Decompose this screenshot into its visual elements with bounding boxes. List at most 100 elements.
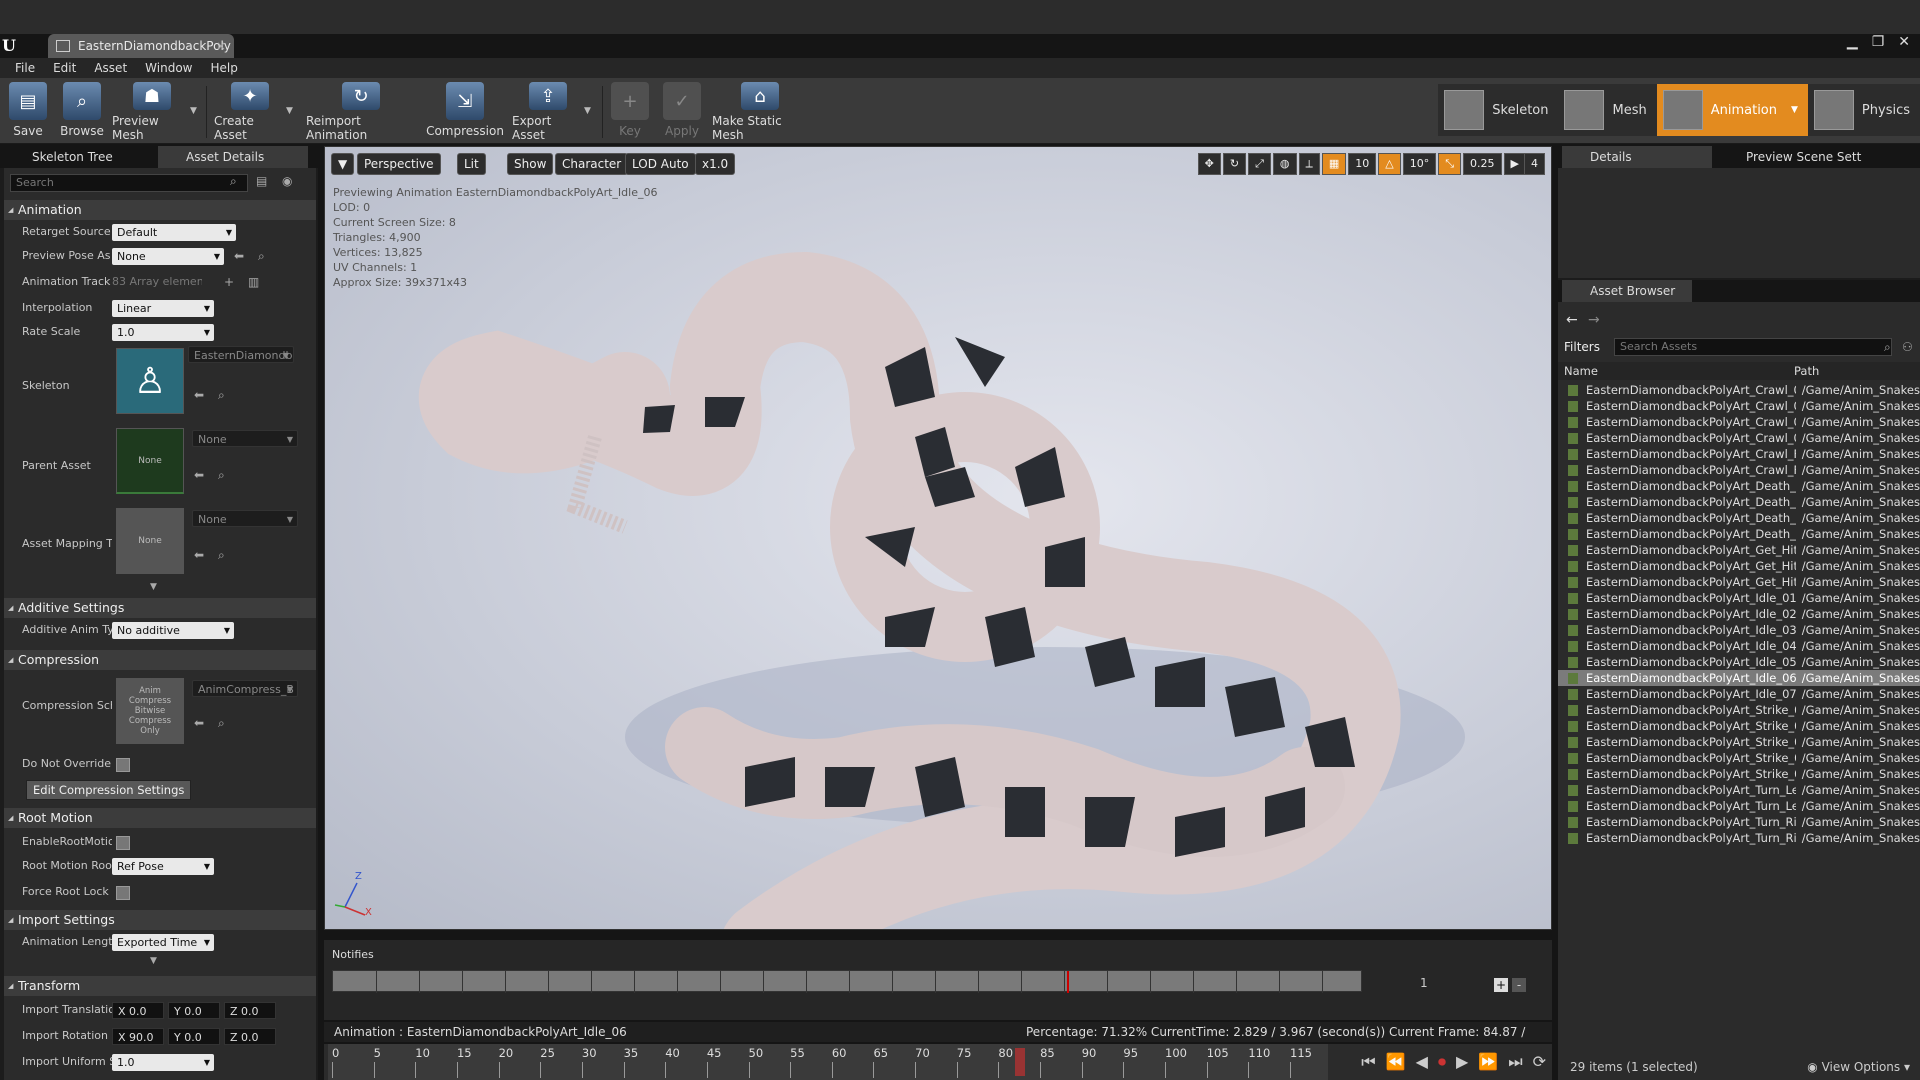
menu-edit[interactable]: Edit — [44, 58, 85, 78]
skeleton-thumbnail[interactable]: ♙ — [116, 348, 184, 414]
asset-list-item[interactable]: EasternDiamondbackPolyArt_Crawl_F/Game/A… — [1558, 462, 1920, 478]
asset-list-item[interactable]: EasternDiamondbackPolyArt_Strike_0/Game/… — [1558, 766, 1920, 782]
asset-list-item[interactable]: EasternDiamondbackPolyArt_Crawl_0/Game/A… — [1558, 430, 1920, 446]
column-name[interactable]: Name — [1564, 364, 1598, 378]
translation-z-input[interactable]: Z 0.0 — [224, 1002, 276, 1019]
tab-details[interactable]: Details — [1562, 146, 1712, 168]
asset-list-item[interactable]: EasternDiamondbackPolyArt_Turn_Ri/Game/A… — [1558, 830, 1920, 846]
asset-list-item[interactable]: EasternDiamondbackPolyArt_Crawl_F/Game/A… — [1558, 446, 1920, 462]
asset-search-input[interactable]: Search Assets — [1614, 338, 1892, 356]
asset-list-item[interactable]: EasternDiamondbackPolyArt_Turn_Le/Game/A… — [1558, 798, 1920, 814]
details-search-input[interactable]: Search — [10, 174, 248, 192]
mode-physics[interactable]: Physics — [1808, 84, 1920, 136]
arrow-left-icon[interactable]: ⬅ — [194, 468, 204, 482]
asset-list-item[interactable]: EasternDiamondbackPolyArt_Idle_03/Game/A… — [1558, 622, 1920, 638]
view-options-button[interactable]: ◉ View Options ▾ — [1807, 1060, 1910, 1074]
delete-icon[interactable]: ▥ — [248, 275, 259, 289]
forward-arrow-icon[interactable]: → — [1588, 312, 1600, 328]
uniform-scale-input[interactable]: 1.0 — [112, 1054, 214, 1071]
retarget-source-select[interactable]: Default — [112, 224, 236, 241]
asset-list-item[interactable]: EasternDiamondbackPolyArt_Turn_Le/Game/A… — [1558, 782, 1920, 798]
asset-list-item[interactable]: EasternDiamondbackPolyArt_Death_0/Game/A… — [1558, 526, 1920, 542]
asset-list-item[interactable]: EasternDiamondbackPolyArt_Get_Hit_ /Game/… — [1558, 574, 1920, 590]
asset-list-item[interactable]: EasternDiamondbackPolyArt_Death_0/Game/A… — [1558, 510, 1920, 526]
tab-preview-scene-settings[interactable]: Preview Scene Sett — [1718, 146, 1898, 168]
menu-asset[interactable]: Asset — [85, 58, 136, 78]
menu-window[interactable]: Window — [136, 58, 201, 78]
export-asset-dropdown-icon[interactable]: ▼ — [584, 106, 591, 116]
record-icon[interactable]: ⏺ — [1438, 1052, 1446, 1072]
preview-mesh-dropdown-icon[interactable]: ▼ — [190, 106, 197, 116]
menu-file[interactable]: File — [6, 58, 44, 78]
mode-mesh[interactable]: Mesh — [1558, 84, 1656, 136]
export-asset-button[interactable]: ⇪ Export Asset — [512, 82, 584, 142]
browse-asset-icon[interactable]: ⌕ — [218, 548, 225, 563]
parent-asset-select[interactable]: None — [192, 430, 298, 448]
notifies-label[interactable]: Notifies — [332, 948, 374, 961]
notifies-track[interactable] — [332, 970, 1362, 993]
timeline[interactable]: 0 5 10 15 20 25 30 35 40 45 50 55 60 65 70 75 80 85 90 95 10… — [324, 1044, 1552, 1080]
filters-button[interactable]: Filters — [1564, 340, 1600, 354]
arrow-left-icon[interactable]: ⬅ — [194, 716, 204, 730]
unreal-logo-icon[interactable]: U — [2, 36, 24, 58]
apply-button[interactable]: ✓ Apply — [662, 82, 702, 142]
mode-animation[interactable]: Animation ▼ — [1656, 84, 1808, 136]
rotation-z-input[interactable]: Z 0.0 — [224, 1028, 276, 1045]
save-button[interactable]: ▤ Save — [8, 82, 48, 142]
asset-list-item[interactable]: EasternDiamondbackPolyArt_Idle_06/Game/A… — [1558, 670, 1920, 686]
section-transform[interactable]: Transform — [4, 976, 316, 996]
step-forward-icon[interactable]: ⏩ — [1478, 1052, 1498, 1072]
compression-thumbnail[interactable]: Anim Compress Bitwise Compress Only — [116, 678, 184, 744]
mode-skeleton[interactable]: Skeleton — [1438, 84, 1558, 136]
asset-list-item[interactable]: EasternDiamondbackPolyArt_Death_0/Game/A… — [1558, 494, 1920, 510]
browse-asset-icon[interactable]: ⌕ — [218, 468, 225, 483]
rate-scale-input[interactable]: 1.0 — [112, 324, 214, 341]
translation-x-input[interactable]: X 0.0 — [112, 1002, 164, 1019]
section-import-settings[interactable]: Import Settings — [4, 910, 316, 930]
go-to-end-icon[interactable]: ⏭ — [1508, 1052, 1522, 1072]
preview-viewport[interactable]: ▼ Perspective Lit Show Character LOD Aut… — [324, 146, 1552, 930]
asset-list-item[interactable]: EasternDiamondbackPolyArt_Strike_0/Game/… — [1558, 702, 1920, 718]
section-additive-settings[interactable]: Additive Settings — [4, 598, 316, 618]
compression-scheme-select[interactable]: AnimCompress_B — [192, 680, 298, 698]
asset-list-item[interactable]: EasternDiamondbackPolyArt_Idle_01/Game/A… — [1558, 590, 1920, 606]
add-track-icon[interactable]: + — [1494, 978, 1508, 992]
minimize-icon[interactable]: ▁ — [1847, 34, 1858, 50]
asset-mapping-thumbnail[interactable]: None — [116, 508, 184, 574]
timeline-scrubber[interactable]: 0 5 10 15 20 25 30 35 40 45 50 55 60 65 70 75 80 85 90 95 10… — [328, 1044, 1328, 1080]
preview-pose-select[interactable]: None — [112, 248, 224, 265]
rotation-x-input[interactable]: X 90.0 — [112, 1028, 164, 1045]
asset-list-item[interactable]: EasternDiamondbackPolyArt_Crawl_0/Game/A… — [1558, 398, 1920, 414]
add-element-icon[interactable]: + — [224, 275, 234, 289]
asset-list-item[interactable]: EasternDiamondbackPolyArt_Strike_0/Game/… — [1558, 718, 1920, 734]
parent-asset-thumbnail[interactable]: None — [116, 428, 184, 494]
preview-mesh-button[interactable]: ☗ Preview Mesh — [112, 82, 192, 142]
arrow-left-icon[interactable]: ⬅ — [194, 388, 204, 402]
remove-track-icon[interactable]: - — [1512, 978, 1526, 992]
do-not-override-checkbox[interactable] — [116, 758, 130, 772]
root-motion-root-select[interactable]: Ref Pose — [112, 858, 214, 875]
close-tab-icon[interactable]: × — [216, 39, 226, 53]
section-compression[interactable]: Compression — [4, 650, 316, 670]
browse-asset-icon[interactable]: ⌕ — [218, 388, 225, 403]
animation-dropdown-icon[interactable]: ▼ — [1791, 105, 1798, 115]
document-tab[interactable]: EasternDiamondbackPoly × — [48, 34, 234, 58]
tab-skeleton-tree[interactable]: Skeleton Tree — [4, 146, 154, 168]
loop-icon[interactable]: ⟳ — [1533, 1052, 1546, 1072]
make-static-mesh-button[interactable]: ⌂ Make Static Mesh — [712, 82, 808, 142]
section-animation[interactable]: Animation — [4, 200, 316, 220]
arrow-left-icon[interactable]: ⬅ — [194, 548, 204, 562]
expand-more-icon[interactable]: ▼ — [150, 956, 157, 966]
translation-y-input[interactable]: Y 0.0 — [168, 1002, 220, 1019]
interpolation-select[interactable]: Linear — [112, 300, 214, 317]
asset-list-item[interactable]: EasternDiamondbackPolyArt_Idle_02/Game/A… — [1558, 606, 1920, 622]
eye-icon[interactable]: ◉ — [282, 174, 292, 188]
close-window-icon[interactable]: ✕ — [1898, 34, 1910, 50]
arrow-left-icon[interactable]: ⬅ — [234, 249, 244, 263]
rotation-y-input[interactable]: Y 0.0 — [168, 1028, 220, 1045]
step-back-icon[interactable]: ⏪ — [1386, 1052, 1406, 1072]
browse-asset-icon[interactable]: ⌕ — [218, 716, 225, 731]
additive-type-select[interactable]: No additive — [112, 622, 234, 639]
menu-help[interactable]: Help — [201, 58, 246, 78]
create-asset-dropdown-icon[interactable]: ▼ — [286, 106, 293, 116]
